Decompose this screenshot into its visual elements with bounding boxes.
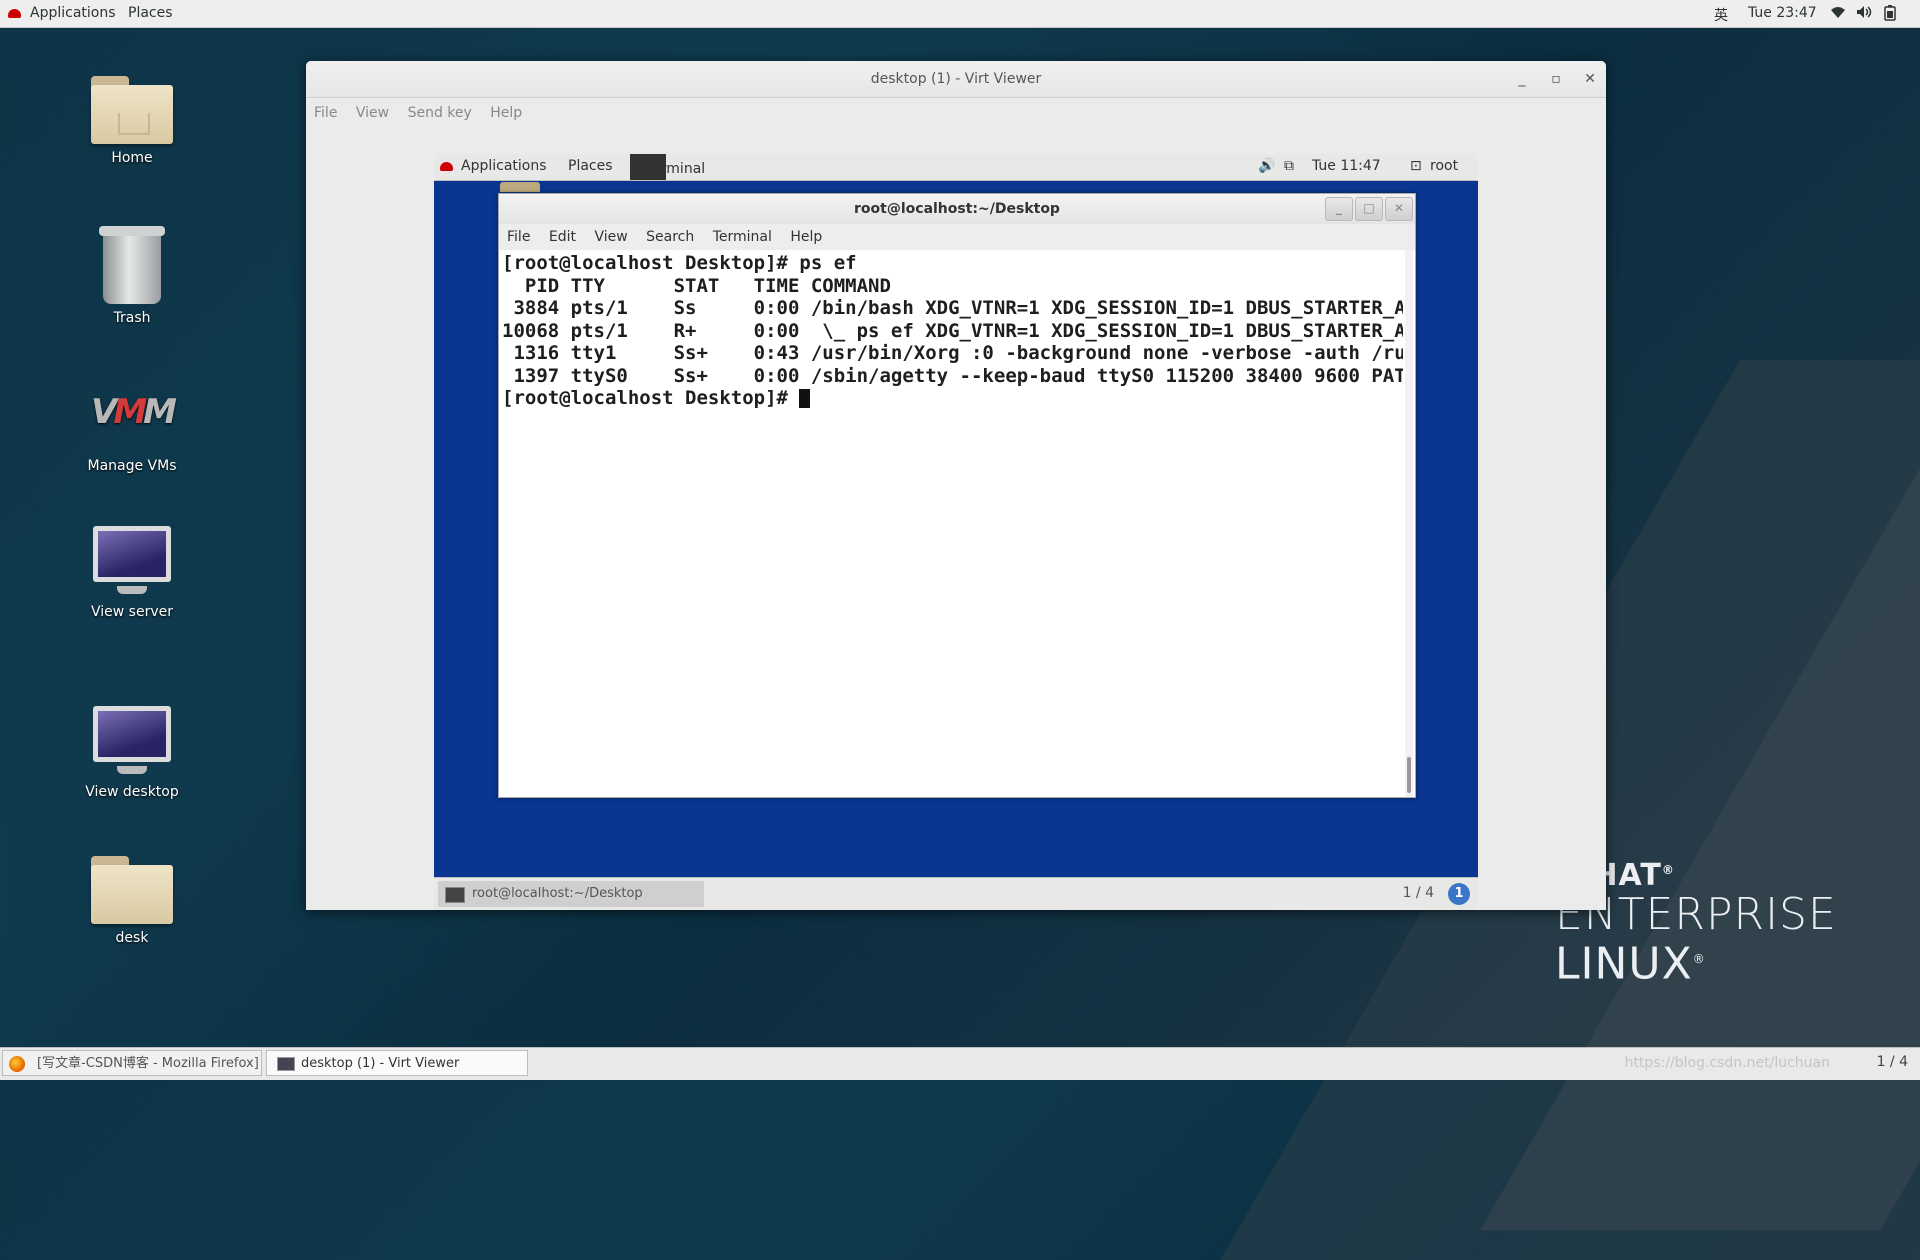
terminal-line: 1397 ttyS0 Ss+ 0:00 /sbin/agetty --keep-…	[502, 364, 1403, 387]
virt-manager-icon: VMM	[91, 392, 177, 432]
firefox-icon	[9, 1056, 25, 1072]
terminal-icon	[445, 887, 465, 903]
menu-send-key[interactable]: Send key	[408, 105, 472, 121]
desktop-icon-label: desk	[115, 930, 149, 946]
desktop-icon-manage-vms[interactable]: VMM Manage VMs	[62, 392, 202, 474]
guest-display[interactable]: Applications Places Terminal 🔊 ⧉ Tue 11:…	[434, 154, 1478, 910]
desktop-icon-label: View desktop	[85, 784, 179, 800]
folder-icon	[500, 182, 540, 192]
desktop-icon-label: Manage VMs	[87, 458, 177, 474]
guest-taskbar-label: root@localhost:~/Desktop	[472, 886, 643, 901]
terminal-menu-file[interactable]: File	[507, 229, 530, 245]
terminal-scrollbar[interactable]	[1405, 250, 1413, 797]
scrollbar-thumb[interactable]	[1407, 757, 1411, 793]
terminal-menu-search[interactable]: Search	[646, 229, 694, 245]
trash-icon	[99, 226, 165, 304]
close-icon[interactable]: ✕	[1580, 61, 1600, 97]
terminal-menu-terminal[interactable]: Terminal	[713, 229, 772, 245]
terminal-menu-help[interactable]: Help	[790, 229, 822, 245]
terminal-line: [root@localhost Desktop]# ps ef	[502, 252, 857, 274]
desktop-icon-home[interactable]: Home	[62, 76, 202, 166]
monitor-icon	[277, 1057, 295, 1071]
guest-applications-menu[interactable]: Applications	[461, 158, 547, 174]
terminal-prompt: [root@localhost Desktop]#	[502, 387, 800, 409]
wifi-icon[interactable]	[1830, 5, 1846, 23]
top-panel: Applications Places 英 Tue 23:47	[0, 0, 1920, 28]
input-method-indicator[interactable]: 英	[1714, 5, 1728, 25]
desktop-icon-view-server[interactable]: View server	[62, 526, 202, 620]
terminal-line: 10068 pts/1 R+ 0:00 \_ ps ef XDG_VTNR=1 …	[502, 319, 1403, 342]
taskbar-label: [写文章-CSDN博客 - Mozilla Firefox]	[37, 1056, 259, 1071]
menubar: File View Send key Help	[306, 98, 1606, 128]
taskbar-label: desktop (1) - Virt Viewer	[301, 1056, 460, 1071]
terminal-menu-view[interactable]: View	[594, 229, 627, 245]
guest-clock[interactable]: Tue 11:47	[1312, 158, 1381, 174]
network-icon[interactable]: ⧉	[1284, 158, 1294, 174]
maximize-icon[interactable]: ▫	[1546, 61, 1566, 97]
guest-user-menu[interactable]: root	[1430, 158, 1458, 174]
monitor-icon	[93, 706, 171, 774]
terminal-menu-edit[interactable]: Edit	[549, 229, 576, 245]
guest-workspace-pager[interactable]: 1 / 4	[1403, 885, 1434, 901]
desktop-icon-label: Home	[111, 150, 153, 166]
folder-icon	[91, 856, 173, 924]
terminal-line: 1316 tty1 Ss+ 0:43 /usr/bin/Xorg :0 -bac…	[502, 342, 1403, 364]
desktop-icon-desk[interactable]: desk	[62, 856, 202, 946]
desktop-icon-label: View server	[91, 604, 173, 620]
desktop-icon-label: Trash	[113, 310, 151, 326]
redhat-icon	[8, 5, 21, 21]
virt-viewer-window: desktop (1) - Virt Viewer _ ▫ ✕ File Vie…	[306, 61, 1606, 910]
menu-view[interactable]: View	[356, 105, 389, 121]
guest-taskbar-item-terminal[interactable]: root@localhost:~/Desktop	[438, 881, 704, 907]
terminal-output[interactable]: [root@localhost Desktop]# ps ef PID TTY …	[499, 250, 1403, 797]
guest-bottom-panel: root@localhost:~/Desktop 1 / 4 1	[434, 877, 1478, 910]
minimize-icon[interactable]: _	[1325, 197, 1353, 221]
places-menu[interactable]: Places	[128, 5, 173, 21]
workspace-pager[interactable]: 1 / 4	[1877, 1054, 1908, 1070]
terminal-line: PID TTY STAT TIME COMMAND	[502, 274, 891, 297]
window-titlebar[interactable]: desktop (1) - Virt Viewer _ ▫ ✕	[306, 61, 1606, 98]
guest-places-menu[interactable]: Places	[568, 158, 613, 174]
maximize-icon[interactable]: □	[1355, 197, 1383, 221]
applications-menu[interactable]: Applications	[30, 5, 116, 21]
guest-terminal-launcher[interactable]: Terminal	[630, 154, 705, 180]
terminal-line: 3884 pts/1 Ss 0:00 /bin/bash XDG_VTNR=1 …	[502, 297, 1403, 319]
monitor-icon	[93, 526, 171, 594]
terminal-title: root@localhost:~/Desktop	[854, 201, 1060, 217]
terminal-menubar: File Edit View Search Terminal Help	[499, 224, 1415, 250]
battery-icon[interactable]	[1884, 5, 1896, 25]
desktop-icon-trash[interactable]: Trash	[62, 226, 202, 326]
minimize-icon[interactable]: _	[1512, 61, 1532, 97]
bottom-panel: [写文章-CSDN博客 - Mozilla Firefox] desktop (…	[0, 1047, 1920, 1080]
guest-top-panel: Applications Places Terminal 🔊 ⧉ Tue 11:…	[434, 154, 1478, 181]
window-title: desktop (1) - Virt Viewer	[870, 71, 1042, 87]
terminal-titlebar[interactable]: root@localhost:~/Desktop _ □ ✕	[499, 194, 1415, 224]
menu-help[interactable]: Help	[490, 105, 522, 121]
clock[interactable]: Tue 23:47	[1748, 5, 1817, 21]
taskbar-item-firefox[interactable]: [写文章-CSDN博客 - Mozilla Firefox]	[2, 1050, 262, 1076]
terminal-prompt-line: [root@localhost Desktop]#	[502, 387, 1400, 410]
terminal-cursor	[799, 389, 811, 408]
volume-icon[interactable]: 🔊	[1258, 158, 1275, 174]
redhat-icon	[440, 158, 453, 174]
watermark: https://blog.csdn.net/luchuan	[1624, 1055, 1830, 1071]
info-badge-icon[interactable]: 1	[1448, 883, 1470, 905]
terminal-window: root@localhost:~/Desktop _ □ ✕ File Edit…	[498, 193, 1416, 798]
home-folder-icon	[91, 76, 173, 144]
menu-file[interactable]: File	[314, 105, 337, 121]
user-icon: ⊡	[1410, 158, 1422, 174]
volume-icon[interactable]	[1856, 5, 1872, 23]
desktop-icon-view-desktop[interactable]: View desktop	[62, 706, 202, 800]
taskbar-item-virt-viewer[interactable]: desktop (1) - Virt Viewer	[266, 1050, 528, 1076]
close-icon[interactable]: ✕	[1385, 197, 1413, 221]
